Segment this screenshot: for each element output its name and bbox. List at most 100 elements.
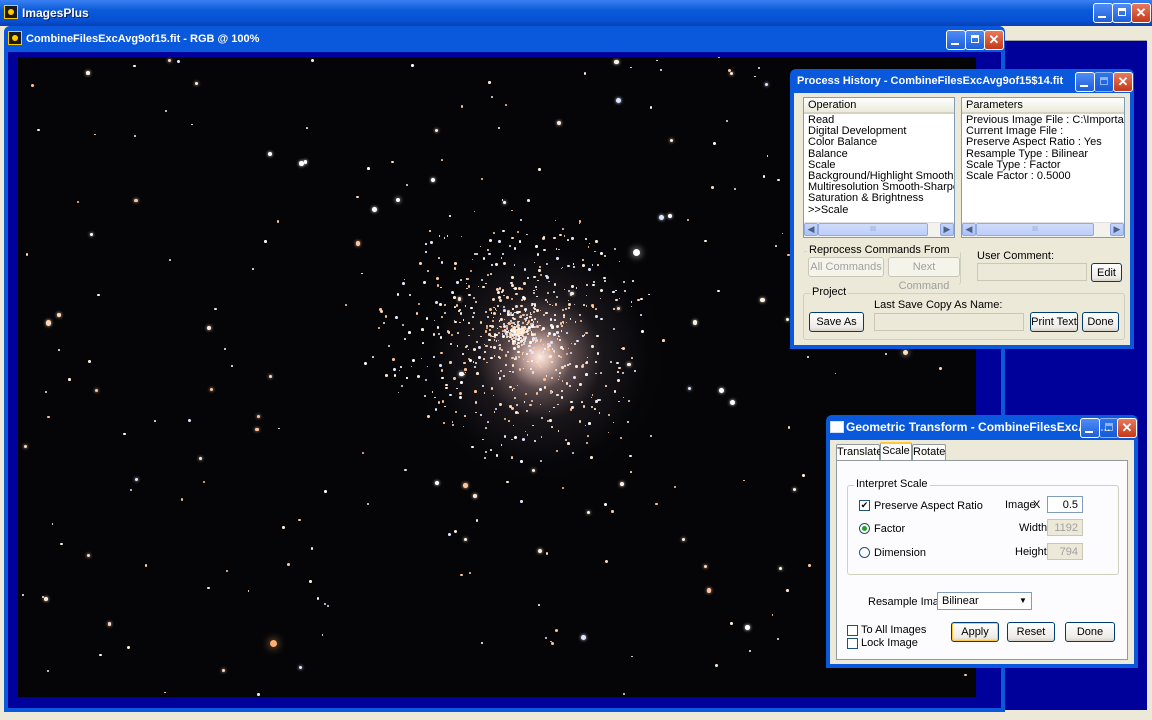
parameters-list[interactable]: Parameters Previous Image File : C:\Impo… [961, 97, 1125, 238]
star [562, 486, 564, 489]
preserve-aspect-checkbox[interactable]: ✔ [859, 500, 870, 511]
star [560, 356, 562, 358]
lock-image-checkbox[interactable] [847, 638, 858, 649]
star [404, 468, 407, 472]
star [540, 365, 542, 368]
app-close-button[interactable]: ✕ [1131, 3, 1151, 23]
star [546, 262, 549, 265]
image-minimize-button[interactable] [946, 30, 966, 50]
apply-button[interactable]: Apply [951, 622, 999, 642]
operation-list[interactable]: Operation Read Digital Development Color… [803, 97, 955, 238]
to-all-images-checkbox[interactable] [847, 625, 858, 636]
star [406, 377, 408, 379]
star [647, 293, 650, 296]
process-history-window: Process History - CombineFilesExcAvg9of1… [790, 69, 1134, 349]
star [526, 233, 528, 236]
scroll-right-icon[interactable]: ▶ [1110, 223, 1124, 236]
star [775, 245, 778, 247]
star [554, 303, 558, 306]
star [567, 442, 570, 445]
factor-radio[interactable] [859, 523, 870, 534]
ph-close-button[interactable]: ✕ [1113, 72, 1133, 92]
star [164, 110, 167, 113]
image-close-button[interactable]: ✕ [984, 30, 1004, 50]
star [777, 638, 780, 641]
operation-header[interactable]: Operation [804, 98, 954, 114]
star [554, 219, 557, 221]
star [632, 248, 640, 256]
star [703, 564, 707, 568]
gt-minimize-button[interactable] [1080, 418, 1100, 438]
ph-done-button[interactable]: Done [1082, 312, 1119, 332]
operation-item[interactable]: Saturation & Brightness [804, 193, 954, 204]
operation-hscroll[interactable]: ◀ III ▶ [804, 222, 954, 237]
edit-button[interactable]: Edit [1091, 263, 1122, 282]
dimension-radio[interactable] [859, 547, 870, 558]
operation-item-current[interactable]: >>Scale [804, 204, 954, 216]
scroll-right-icon[interactable]: ▶ [940, 223, 954, 236]
star [715, 664, 719, 668]
image-maximize-button[interactable] [965, 30, 985, 50]
scale-x-input[interactable]: 0.5 [1047, 496, 1083, 513]
star [483, 357, 486, 360]
star [754, 75, 756, 78]
star [434, 480, 439, 486]
star [547, 343, 550, 347]
star [202, 480, 206, 484]
tab-translate[interactable]: Translate [836, 444, 882, 460]
star [499, 347, 501, 350]
parameters-header[interactable]: Parameters [962, 98, 1124, 114]
save-as-button[interactable]: Save As [809, 312, 864, 332]
star [587, 267, 591, 271]
resize-grip[interactable] [1130, 700, 1148, 718]
image-window-title: CombineFilesExcAvg9of15.fit - RGB @ 100% [26, 33, 260, 45]
scroll-left-icon[interactable]: ◀ [804, 223, 818, 236]
star [366, 502, 370, 506]
star [594, 240, 598, 243]
star [611, 510, 614, 513]
star [501, 199, 503, 201]
dropdown-arrow-icon[interactable]: ▼ [1016, 594, 1030, 608]
star [526, 277, 529, 279]
star [448, 533, 451, 536]
reset-button[interactable]: Reset [1007, 622, 1055, 642]
last-save-name-input[interactable] [874, 313, 1024, 331]
star [749, 650, 751, 652]
star [385, 374, 388, 377]
gt-close-button[interactable]: ✕ [1117, 418, 1137, 438]
height-input[interactable]: 794 [1047, 543, 1083, 560]
gt-client: Translate Scale Rotate Interpret Scale ✔… [830, 440, 1134, 664]
star [509, 319, 512, 322]
parameters-hscroll[interactable]: ◀ III ▶ [962, 222, 1124, 237]
star [133, 64, 136, 68]
star [546, 334, 549, 337]
star [639, 314, 642, 316]
operation-item[interactable]: Color Balance [804, 137, 954, 148]
gt-done-button[interactable]: Done [1065, 622, 1115, 642]
tab-rotate[interactable]: Rotate [912, 444, 946, 460]
all-commands-button[interactable]: All Commands [808, 257, 884, 277]
star [493, 411, 496, 413]
user-comment-input[interactable] [977, 263, 1087, 281]
scroll-thumb[interactable]: III [976, 223, 1094, 236]
star [326, 605, 329, 608]
star [529, 352, 531, 354]
minimize-icon [1098, 16, 1106, 18]
next-command-button[interactable]: Next Command [888, 257, 960, 292]
star [561, 348, 564, 350]
star [622, 693, 625, 696]
width-input[interactable]: 1192 [1047, 519, 1083, 536]
resample-select[interactable]: Bilinear ▼ [937, 592, 1032, 610]
star [255, 427, 259, 432]
ph-minimize-button[interactable] [1075, 72, 1095, 92]
star [324, 602, 327, 605]
app-minimize-button[interactable] [1093, 3, 1113, 23]
print-text-button[interactable]: Print Text [1030, 312, 1078, 332]
app-maximize-button[interactable] [1112, 3, 1132, 23]
star [438, 235, 441, 237]
star [399, 369, 401, 371]
scroll-thumb[interactable]: III [818, 223, 928, 236]
scroll-left-icon[interactable]: ◀ [962, 223, 976, 236]
tab-scale[interactable]: Scale [880, 442, 912, 460]
parameter-item: Scale Factor : 0.5000 [966, 170, 1071, 183]
